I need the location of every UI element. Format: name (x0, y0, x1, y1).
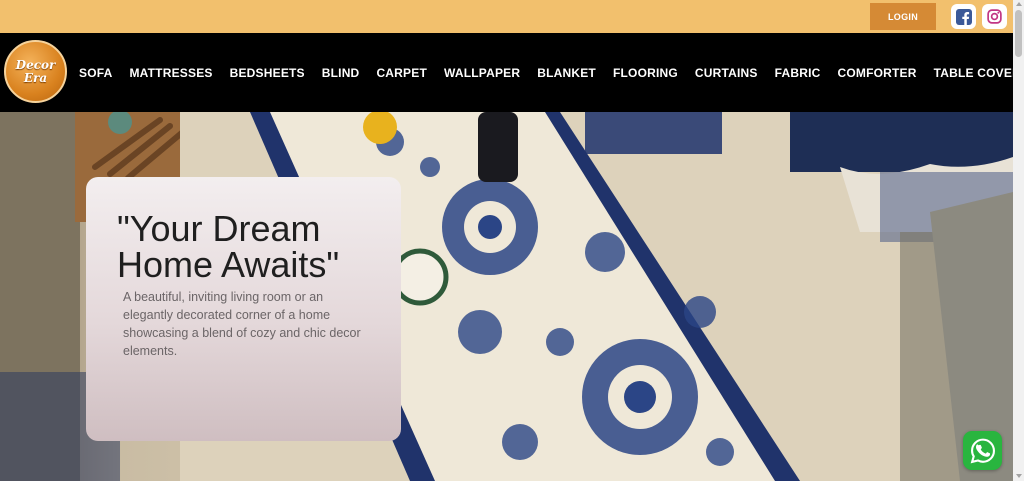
logo-line-2: Era (23, 70, 48, 85)
decor-era-logo[interactable]: Decor Era (4, 40, 67, 103)
facebook-icon (955, 8, 972, 25)
main-navbar: Decor Era SOFA MATTRESSES BEDSHEETS BLIN… (0, 33, 1013, 112)
logo-line-1: Decor (15, 57, 56, 72)
hero-description: A beautiful, inviting living room or an … (123, 290, 361, 358)
nav-item-table-cover[interactable]: TABLE COVER (934, 66, 1013, 80)
nav-item-blanket[interactable]: BLANKET (537, 66, 596, 80)
scroll-down-arrow-icon[interactable] (1016, 474, 1022, 478)
nav-item-bedsheets[interactable]: BEDSHEETS (230, 66, 305, 80)
instagram-icon (987, 9, 1002, 24)
hero-banner: "Your Dream Home Awaits" A beautiful, in… (0, 112, 1013, 481)
nav-item-mattresses[interactable]: MATTRESSES (129, 66, 212, 80)
login-button[interactable]: LOGIN (870, 3, 936, 30)
nav-item-carpet[interactable]: CARPET (376, 66, 427, 80)
whatsapp-button[interactable] (963, 431, 1002, 470)
hero-title: "Your Dream Home Awaits" (117, 208, 340, 285)
scroll-up-arrow-icon[interactable] (1016, 2, 1022, 6)
nav-item-fabric[interactable]: FABRIC (775, 66, 821, 80)
top-bar: LOGIN (0, 0, 1013, 33)
nav-menu: SOFA MATTRESSES BEDSHEETS BLIND CARPET W… (79, 33, 1013, 112)
nav-item-wallpaper[interactable]: WALLPAPER (444, 66, 520, 80)
instagram-link[interactable] (982, 4, 1007, 29)
nav-item-comforter[interactable]: COMFORTER (838, 66, 917, 80)
page-scrollbar[interactable] (1013, 0, 1024, 481)
hero-card: "Your Dream Home Awaits" A beautiful, in… (86, 177, 401, 441)
nav-item-sofa[interactable]: SOFA (79, 66, 112, 80)
whatsapp-icon (970, 438, 995, 463)
nav-item-curtains[interactable]: CURTAINS (695, 66, 758, 80)
facebook-link[interactable] (951, 4, 976, 29)
nav-item-flooring[interactable]: FLOORING (613, 66, 678, 80)
scroll-thumb[interactable] (1015, 10, 1022, 57)
nav-item-blind[interactable]: BLIND (322, 66, 360, 80)
